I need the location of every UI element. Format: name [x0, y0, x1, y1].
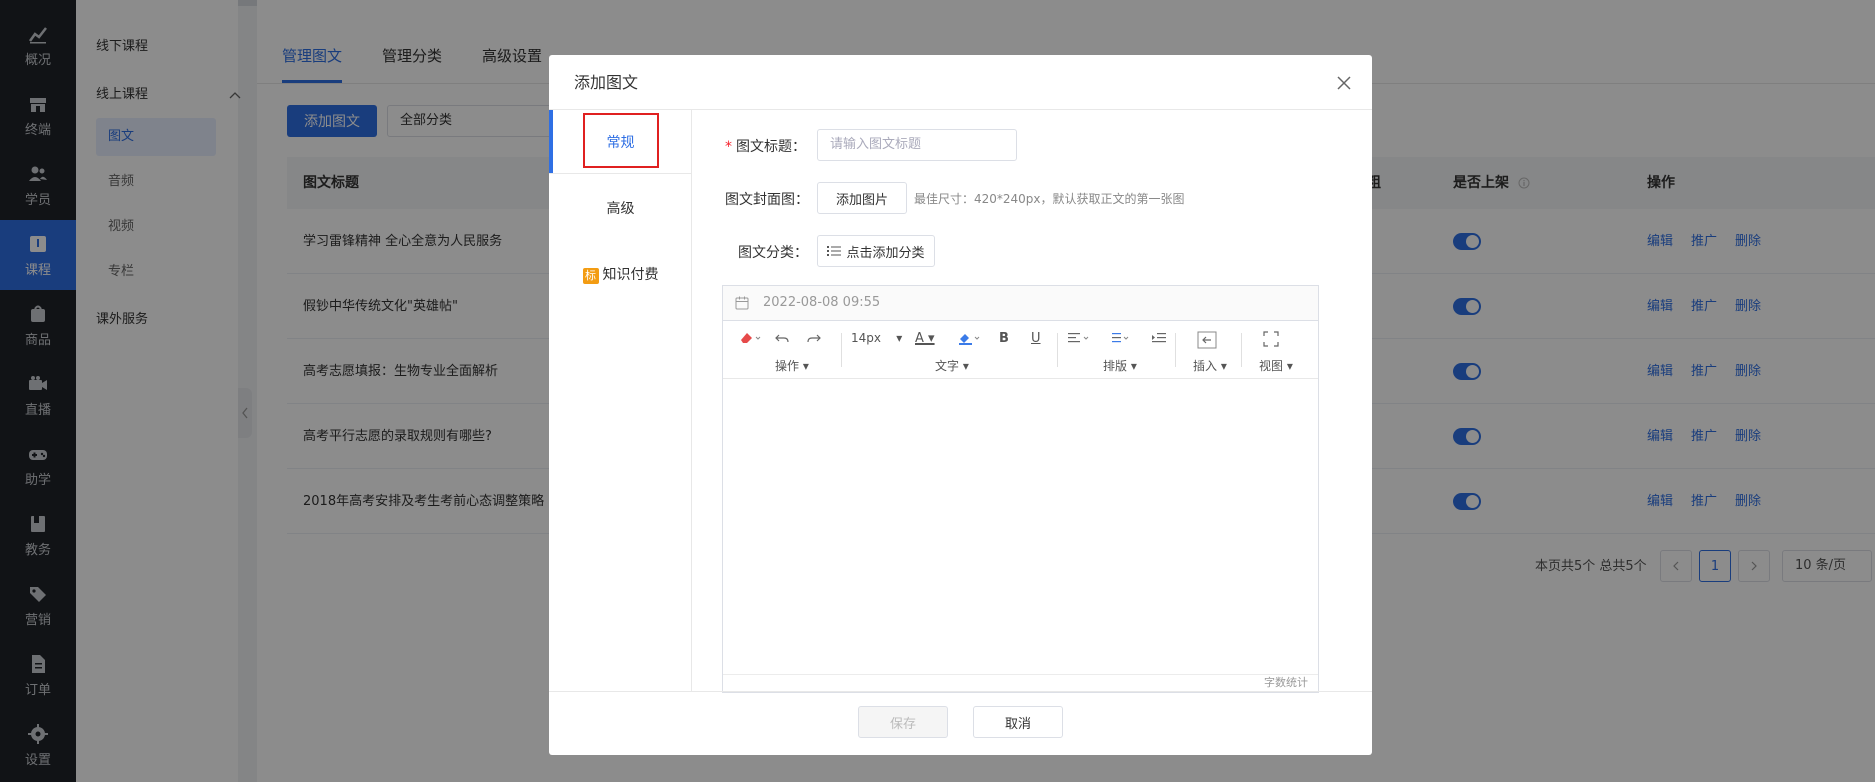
font-size-select[interactable]: 14px ▾ [851, 331, 902, 345]
insert-icon[interactable] [1197, 331, 1217, 349]
font-color-icon[interactable]: A ▾ [915, 331, 935, 346]
required-mark: * [725, 139, 732, 155]
align-icon[interactable] [1067, 331, 1091, 345]
toolbar-group-text-label: 文字 [935, 359, 960, 373]
close-icon[interactable] [1334, 73, 1354, 93]
font-size-value: 14px [851, 331, 881, 345]
add-category-label: 点击添加分类 [846, 245, 925, 261]
highlight-color-icon[interactable] [957, 331, 981, 345]
date-picker[interactable]: 2022-08-08 09:55 [722, 285, 1319, 321]
toolbar-divider [1057, 333, 1058, 367]
calendar-icon [735, 296, 749, 310]
toolbar-divider [1175, 333, 1176, 367]
toolbar-group-insert-label: 插入 [1193, 359, 1218, 373]
undo-icon[interactable] [775, 331, 789, 345]
date-value: 2022-08-08 09:55 [763, 295, 881, 310]
toolbar-group-layout[interactable]: 排版 ▾ [1103, 357, 1137, 374]
modal-footer-divider [549, 691, 1372, 692]
eraser-icon[interactable] [739, 331, 761, 345]
toolbar-divider [1241, 333, 1242, 367]
category-label: 图文分类： [738, 245, 808, 261]
rich-text-editor: 操作 ▾ 14px ▾ A ▾ B U 文字 ▾ 排版 ▾ 插入 ▾ 视图 ▾ … [722, 321, 1319, 693]
modal-nav-advanced[interactable]: 高级 [549, 198, 692, 218]
toolbar-group-operations[interactable]: 操作 ▾ [775, 357, 809, 374]
modal-nav-paid-knowledge[interactable]: 标知识付费 [549, 264, 692, 284]
list-icon [827, 246, 842, 256]
paid-knowledge-label: 知识付费 [602, 267, 659, 283]
word-count: 字数统计 [1264, 676, 1308, 689]
toolbar-group-text[interactable]: 文字 ▾ [935, 357, 969, 374]
cover-label: 图文封面图： [725, 192, 809, 208]
toolbar-group-view-label: 视图 [1259, 359, 1284, 373]
cancel-button[interactable]: 取消 [973, 706, 1063, 738]
toolbar-group-view[interactable]: 视图 ▾ [1259, 357, 1293, 374]
toolbar-group-layout-label: 排版 [1103, 359, 1128, 373]
line-height-icon[interactable] [1107, 331, 1131, 345]
underline-icon[interactable]: U [1031, 331, 1041, 346]
editor-toolbar: 操作 ▾ 14px ▾ A ▾ B U 文字 ▾ 排版 ▾ 插入 ▾ 视图 ▾ [723, 321, 1318, 379]
add-article-modal: 添加图文 常规 高级 标知识付费 * 图文标题： 请输入图文标题 图文封面图： 添… [549, 55, 1372, 755]
title-label: * 图文标题： [725, 136, 806, 156]
cover-hint: 最佳尺寸：420*240px，默认获取正文的第一张图 [914, 192, 1185, 206]
modal-nav-divider [549, 173, 692, 174]
redo-icon[interactable] [807, 331, 821, 345]
save-button[interactable]: 保存 [858, 706, 948, 738]
highlight-box [583, 113, 659, 168]
add-image-button[interactable]: 添加图片 [817, 182, 907, 214]
bold-icon[interactable]: B [999, 331, 1009, 346]
toolbar-divider [841, 333, 842, 367]
word-count-divider [723, 674, 1318, 675]
title-label-text: 图文标题： [736, 139, 806, 155]
add-category-button[interactable]: 点击添加分类 [817, 235, 935, 267]
tag-badge: 标 [582, 268, 599, 284]
modal-title: 添加图文 [574, 73, 639, 92]
title-input[interactable]: 请输入图文标题 [817, 129, 1017, 161]
fullscreen-icon[interactable] [1263, 331, 1279, 347]
toolbar-group-insert[interactable]: 插入 ▾ [1193, 357, 1227, 374]
indent-icon[interactable] [1151, 331, 1167, 345]
toolbar-group-operations-label: 操作 [775, 359, 800, 373]
